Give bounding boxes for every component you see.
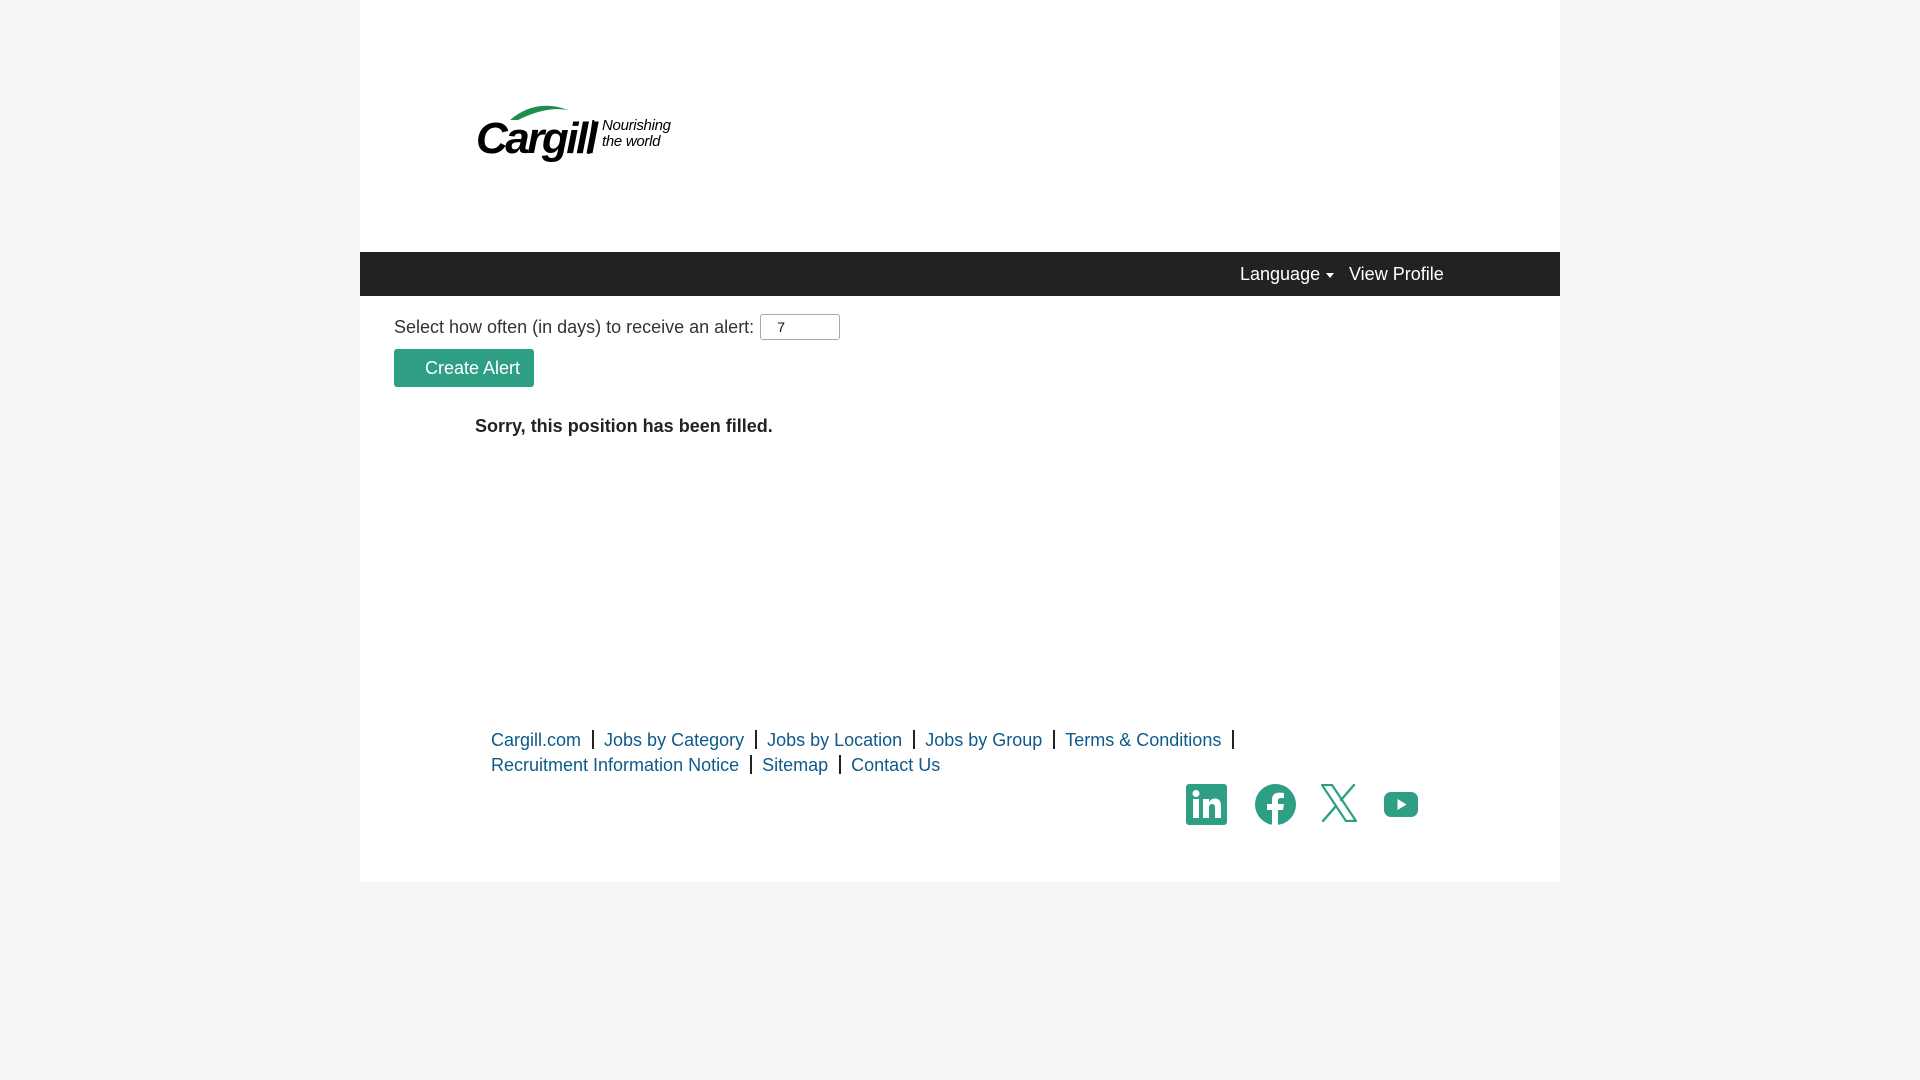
logo-tagline: Nourishing the world: [602, 118, 671, 150]
logo-tagline-line1: Nourishing: [602, 117, 671, 134]
footer-separator: [592, 730, 595, 749]
footer-link-contact[interactable]: Contact Us: [851, 755, 940, 775]
view-profile-link[interactable]: View Profile: [1349, 252, 1444, 296]
logo-tagline-line2: the world: [602, 133, 661, 150]
cargill-logo[interactable]: Cargill Nourishing the world: [476, 100, 686, 164]
caret-down-icon: [1326, 272, 1335, 278]
footer-separator: [750, 755, 753, 774]
facebook-icon[interactable]: [1255, 784, 1296, 825]
top-navbar: Language View Profile: [360, 252, 1560, 296]
footer-separator: [755, 730, 758, 749]
footer-separator: [1232, 730, 1235, 749]
language-dropdown[interactable]: Language: [1240, 252, 1335, 296]
create-alert-button[interactable]: Create Alert: [394, 349, 534, 387]
footer-links: Cargill.com Jobs by Category Jobs by Locat…: [491, 728, 1391, 778]
alert-days-input[interactable]: [760, 314, 841, 340]
footer-link-jobs-by-location[interactable]: Jobs by Location: [767, 730, 902, 750]
alert-frequency-row: Select how often (in days) to receive an…: [394, 314, 841, 340]
language-label: Language: [1240, 264, 1321, 284]
footer-link-cargill[interactable]: Cargill.com: [491, 730, 581, 750]
youtube-icon[interactable]: [1384, 792, 1418, 817]
footer-link-recruitment-notice[interactable]: Recruitment Information Notice: [491, 755, 739, 775]
linkedin-icon[interactable]: [1186, 784, 1227, 825]
position-filled-message: Sorry, this position has been filled.: [475, 416, 773, 436]
page-container: Cargill Nourishing the world Language Vi…: [360, 0, 1560, 882]
footer-separator: [1053, 730, 1056, 749]
alert-frequency-label: Select how often (in days) to receive an…: [394, 316, 755, 337]
footer-separator: [913, 730, 916, 749]
footer-link-terms[interactable]: Terms & Conditions: [1065, 730, 1221, 750]
footer-link-jobs-by-group[interactable]: Jobs by Group: [925, 730, 1042, 750]
footer-link-sitemap[interactable]: Sitemap: [762, 755, 828, 775]
footer-separator: [839, 755, 842, 774]
footer-link-jobs-by-category[interactable]: Jobs by Category: [604, 730, 744, 750]
x-icon[interactable]: [1321, 784, 1357, 822]
logo-wordmark: Cargill: [476, 114, 598, 163]
